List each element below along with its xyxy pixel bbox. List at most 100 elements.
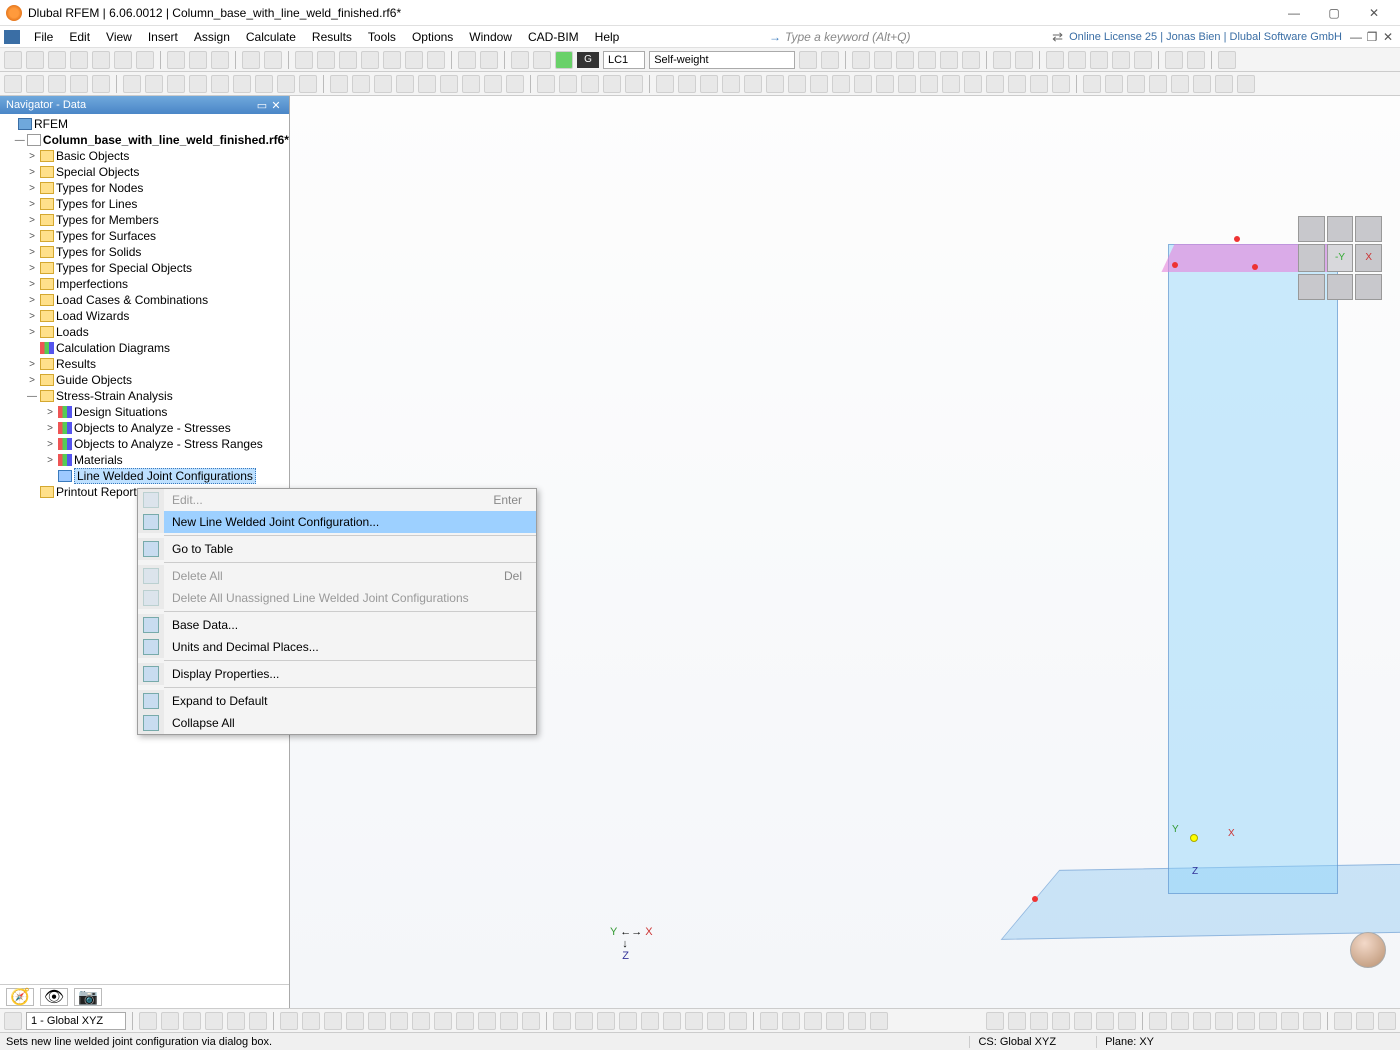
bt-10[interactable] [346, 1012, 364, 1030]
t2-49[interactable] [1105, 75, 1123, 93]
t2-10[interactable] [211, 75, 229, 93]
tree-stress-child[interactable]: >Objects to Analyze - Stresses [0, 420, 289, 436]
lc-combo[interactable]: LC1 [603, 51, 645, 69]
t2-32[interactable] [722, 75, 740, 93]
bt-29[interactable] [782, 1012, 800, 1030]
t2-2[interactable] [26, 75, 44, 93]
t2-15[interactable] [330, 75, 348, 93]
tree-item[interactable]: >Types for Members [0, 212, 289, 228]
tb-globe[interactable] [427, 51, 445, 69]
bt-end1[interactable] [1334, 1012, 1352, 1030]
bt-snap6[interactable] [1096, 1012, 1114, 1030]
tree-item[interactable]: >Imperfections [0, 276, 289, 292]
tree-item[interactable]: >Guide Objects [0, 372, 289, 388]
menu-results[interactable]: Results [304, 28, 360, 46]
tb-a[interactable] [852, 51, 870, 69]
tb-cube[interactable] [1218, 51, 1236, 69]
tree-item[interactable]: >Special Objects [0, 164, 289, 180]
menu-help[interactable]: Help [587, 28, 628, 46]
tb-saveas[interactable] [114, 51, 132, 69]
bt-v5[interactable] [1237, 1012, 1255, 1030]
bt-7[interactable] [280, 1012, 298, 1030]
bt-16[interactable] [478, 1012, 496, 1030]
context-menu-item[interactable]: New Line Welded Joint Configuration... [138, 511, 536, 533]
t2-13[interactable] [277, 75, 295, 93]
tb-new[interactable] [4, 51, 22, 69]
tb-j[interactable] [1068, 51, 1086, 69]
bt-5[interactable] [227, 1012, 245, 1030]
bt-v3[interactable] [1193, 1012, 1211, 1030]
tb-print[interactable] [136, 51, 154, 69]
menu-cadbim[interactable]: CAD-BIM [520, 28, 587, 46]
mdi-restore[interactable]: ❐ [1364, 30, 1380, 44]
license-text[interactable]: Online License 25 | Jonas Bien | Dlubal … [1069, 31, 1348, 43]
t2-23[interactable] [506, 75, 524, 93]
tb-g[interactable]: G [577, 52, 599, 68]
t2-3[interactable] [48, 75, 66, 93]
t2-17[interactable] [374, 75, 392, 93]
bt-17[interactable] [500, 1012, 518, 1030]
nav-tab-data[interactable]: 🧭 [6, 988, 34, 1006]
navigator-header[interactable]: Navigator - Data ▭ ✕ [0, 96, 289, 114]
tb-close[interactable] [48, 51, 66, 69]
t2-38[interactable] [854, 75, 872, 93]
navigator-pin[interactable]: ▭ [255, 99, 269, 112]
tb-m[interactable] [1134, 51, 1152, 69]
tb-e[interactable] [940, 51, 958, 69]
tb-right[interactable] [533, 51, 551, 69]
navigator-close[interactable]: ✕ [269, 99, 283, 112]
tb-c[interactable] [896, 51, 914, 69]
t2-28[interactable] [625, 75, 643, 93]
menu-insert[interactable]: Insert [140, 28, 186, 46]
t2-55[interactable] [1237, 75, 1255, 93]
t2-29[interactable] [656, 75, 674, 93]
tb-d[interactable] [918, 51, 936, 69]
t2-8[interactable] [167, 75, 185, 93]
bt-snap7[interactable] [1118, 1012, 1136, 1030]
bt-33[interactable] [870, 1012, 888, 1030]
tree-item[interactable]: >Basic Objects [0, 148, 289, 164]
t2-26[interactable] [581, 75, 599, 93]
search-box[interactable]: Type a keyword (Alt+Q) [769, 30, 910, 44]
tree-item[interactable]: >Load Wizards [0, 308, 289, 324]
bt-28[interactable] [760, 1012, 778, 1030]
tb-redo[interactable] [264, 51, 282, 69]
bt-8[interactable] [302, 1012, 320, 1030]
t2-6[interactable] [123, 75, 141, 93]
nav-tab-display[interactable]: 👁 [40, 988, 68, 1006]
close-button[interactable]: ✕ [1354, 6, 1394, 20]
bt-22[interactable] [619, 1012, 637, 1030]
tb-doc1[interactable] [167, 51, 185, 69]
bt-1[interactable] [139, 1012, 157, 1030]
mdi-close[interactable]: ✕ [1380, 30, 1396, 44]
t2-40[interactable] [898, 75, 916, 93]
bt-v1[interactable] [1149, 1012, 1167, 1030]
tb-o[interactable] [1187, 51, 1205, 69]
context-menu-item[interactable]: Collapse All [138, 712, 536, 734]
tb-k[interactable] [1090, 51, 1108, 69]
t2-22[interactable] [484, 75, 502, 93]
tb-left[interactable] [511, 51, 529, 69]
bt-25[interactable] [685, 1012, 703, 1030]
tb-next-lc[interactable] [821, 51, 839, 69]
bt-v4[interactable] [1215, 1012, 1233, 1030]
context-menu-item[interactable]: Units and Decimal Places... [138, 636, 536, 658]
t2-25[interactable] [559, 75, 577, 93]
nav-tab-views[interactable]: 📷 [74, 988, 102, 1006]
menu-tools[interactable]: Tools [360, 28, 404, 46]
bt-v8[interactable] [1303, 1012, 1321, 1030]
minimize-button[interactable]: — [1274, 6, 1314, 20]
context-menu-item[interactable]: Go to Table [138, 538, 536, 560]
tree-item[interactable]: >Types for Lines [0, 196, 289, 212]
tree-item[interactable]: Calculation Diagrams [0, 340, 289, 356]
bt-snap4[interactable] [1052, 1012, 1070, 1030]
bt-32[interactable] [848, 1012, 866, 1030]
tb-save[interactable] [92, 51, 110, 69]
t2-43[interactable] [964, 75, 982, 93]
tree-stress-strain[interactable]: —Stress-Strain Analysis [0, 388, 289, 404]
t2-1[interactable] [4, 75, 22, 93]
t2-33[interactable] [744, 75, 762, 93]
t2-48[interactable] [1083, 75, 1101, 93]
tb-b[interactable] [874, 51, 892, 69]
context-menu-item[interactable]: Display Properties... [138, 663, 536, 685]
